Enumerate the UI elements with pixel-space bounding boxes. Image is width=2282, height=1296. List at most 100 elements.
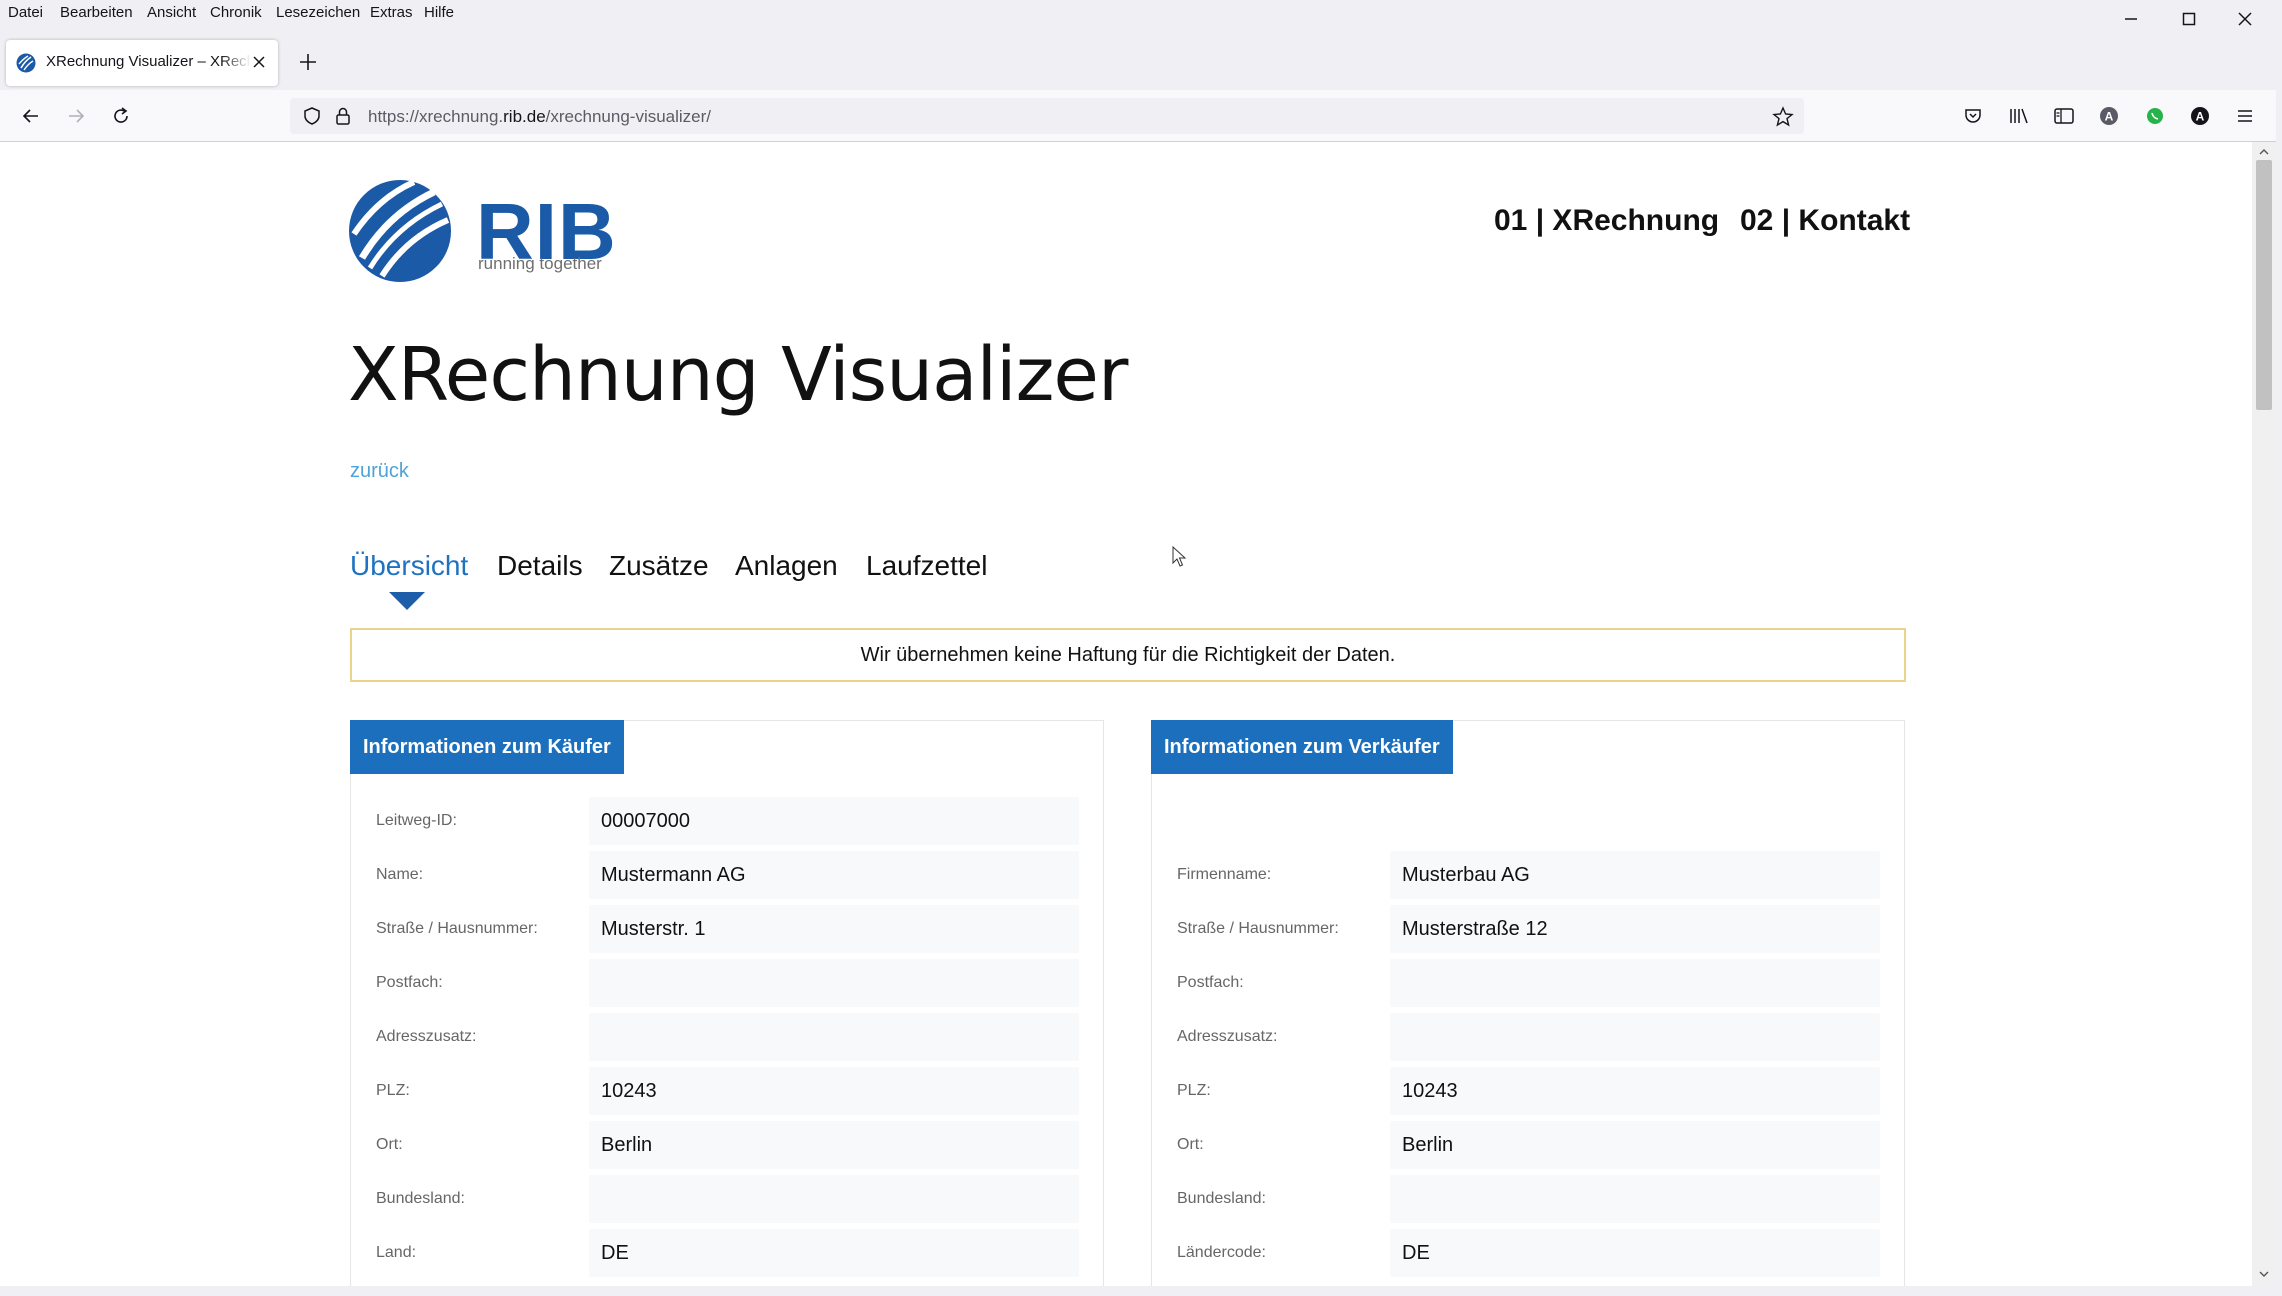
tab-title: XRechnung Visualizer – XRechnung [46, 53, 251, 70]
arrow-right-icon [69, 109, 85, 123]
field-value: DE [589, 1229, 1079, 1277]
menu-hilfe[interactable]: Hilfe [424, 4, 454, 21]
app-menu-button[interactable] [2230, 101, 2260, 131]
field-value: Berlin [1390, 1121, 1880, 1169]
seller-row: Postfach: [1152, 959, 1904, 1007]
seller-row: Straße / Hausnummer: Musterstraße 12 [1152, 905, 1904, 953]
tab-details[interactable]: Details [497, 550, 583, 582]
field-label: Land: [376, 1244, 417, 1261]
field-value: 10243 [1390, 1067, 1880, 1115]
back-button[interactable] [16, 101, 46, 131]
field-label: Ländercode: [1177, 1244, 1266, 1261]
field-label: Name: [376, 866, 424, 883]
field-label: PLZ: [1177, 1082, 1211, 1099]
field-label: Bundesland: [376, 1190, 465, 1207]
seller-row: Ländercode: DE [1152, 1229, 1904, 1277]
menu-chronik[interactable]: Chronik [210, 4, 262, 21]
browser-tab[interactable]: XRechnung Visualizer – XRechnung [6, 40, 278, 86]
field-value: 10243 [589, 1067, 1079, 1115]
field-value [589, 959, 1079, 1007]
sidebar-icon [2054, 108, 2074, 124]
extension-a-icon: A [2100, 107, 2118, 125]
menu-bearbeiten[interactable]: Bearbeiten [60, 4, 133, 21]
buyer-row: Straße / Hausnummer: Musterstr. 1 [351, 905, 1103, 953]
shield-icon[interactable] [302, 106, 322, 126]
minimize-icon [2125, 18, 2137, 20]
mouse-cursor-icon [1172, 546, 1187, 567]
seller-row: PLZ: 10243 [1152, 1067, 1904, 1115]
back-link[interactable]: zurück [350, 460, 409, 483]
field-value [589, 1013, 1079, 1061]
tab-zusaetze[interactable]: Zusätze [609, 550, 709, 582]
pocket-button[interactable] [1958, 101, 1988, 131]
rib-favicon-icon [16, 53, 36, 73]
close-icon [2238, 12, 2252, 26]
disclaimer-text: Wir übernehmen keine Haftung für die Ric… [860, 643, 1396, 666]
new-tab-icon[interactable] [294, 48, 322, 76]
seller-row: Ort: Berlin [1152, 1121, 1904, 1169]
seller-row: Firmenname: Musterbau AG [1152, 851, 1904, 899]
disclaimer-box: Wir übernehmen keine Haftung für die Ric… [350, 628, 1906, 682]
buyer-row: Adresszusatz: [351, 1013, 1103, 1061]
topnav-kontakt[interactable]: 02 | Kontakt [1740, 204, 1910, 238]
field-label: Adresszusatz: [1177, 1028, 1278, 1045]
field-label: Bundesland: [1177, 1190, 1266, 1207]
field-value: Musterbau AG [1390, 851, 1880, 899]
extension-green-button[interactable] [2140, 101, 2170, 131]
bookmark-star-icon[interactable] [1772, 106, 1794, 128]
sidebar-button[interactable] [2049, 101, 2079, 131]
tab-laufzettel[interactable]: Laufzettel [866, 550, 987, 582]
tab-anlagen[interactable]: Anlagen [735, 550, 838, 582]
menu-extras[interactable]: Extras [370, 4, 413, 21]
reload-button[interactable] [106, 101, 136, 131]
seller-row: Adresszusatz: [1152, 1013, 1904, 1061]
buyer-card-header: Informationen zum Käufer [350, 720, 624, 774]
field-label: Ort: [1177, 1136, 1204, 1153]
tab-uebersicht[interactable]: Übersicht [350, 550, 468, 582]
window-frame-right [2276, 0, 2282, 1296]
menu-ansicht[interactable]: Ansicht [147, 4, 196, 21]
svg-text:A: A [2196, 110, 2205, 124]
whatsapp-icon [2147, 108, 2163, 124]
buyer-row: Postfach: [351, 959, 1103, 1007]
field-value [1390, 959, 1880, 1007]
forward-button[interactable] [61, 101, 91, 131]
url-text[interactable]: https://xrechnung.rib.de/xrechnung-visua… [368, 107, 711, 127]
tab-close-icon[interactable] [248, 51, 270, 73]
field-value [589, 1175, 1079, 1223]
topnav-xrechnung[interactable]: 01 | XRechnung [1494, 204, 1719, 238]
buyer-row: PLZ: 10243 [351, 1067, 1103, 1115]
extension-a-button[interactable]: A [2094, 101, 2124, 131]
field-label: Leitweg-ID: [376, 812, 457, 829]
scroll-down-icon[interactable] [2258, 1268, 2270, 1280]
field-label: Straße / Hausnummer: [1177, 920, 1339, 937]
scroll-up-icon[interactable] [2258, 146, 2270, 158]
extension-dark-a-icon: A [2191, 107, 2209, 125]
field-value: Mustermann AG [589, 851, 1079, 899]
field-value: 00007000 [589, 797, 1079, 845]
extension-dark-a-button[interactable]: A [2185, 101, 2215, 131]
field-value: Berlin [589, 1121, 1079, 1169]
pocket-icon [1965, 109, 1981, 123]
field-label: Postfach: [376, 974, 443, 991]
buyer-row: Leitweg-ID: 00007000 [351, 797, 1103, 845]
field-value: DE [1390, 1229, 1880, 1277]
buyer-row: Ort: Berlin [351, 1121, 1103, 1169]
menu-datei[interactable]: Datei [8, 4, 43, 21]
vertical-scrollbar[interactable] [2252, 142, 2276, 1286]
field-value: Musterstr. 1 [589, 905, 1079, 953]
field-value: Musterstraße 12 [1390, 905, 1880, 953]
buyer-row: Bundesland: [351, 1175, 1103, 1223]
menu-lesezeichen[interactable]: Lesezeichen [276, 4, 360, 21]
library-button[interactable] [2004, 101, 2034, 131]
reload-icon [114, 107, 128, 123]
hamburger-menu-icon [2238, 110, 2252, 122]
field-label: Ort: [376, 1136, 403, 1153]
seller-row: Bundesland: [1152, 1175, 1904, 1223]
url-bar[interactable]: https://xrechnung.rib.de/xrechnung-visua… [290, 98, 1804, 134]
lock-icon[interactable] [334, 106, 352, 126]
maximize-icon [2182, 12, 2196, 26]
field-label: Adresszusatz: [376, 1028, 477, 1045]
svg-text:A: A [2105, 110, 2114, 124]
scrollbar-thumb[interactable] [2256, 160, 2272, 410]
